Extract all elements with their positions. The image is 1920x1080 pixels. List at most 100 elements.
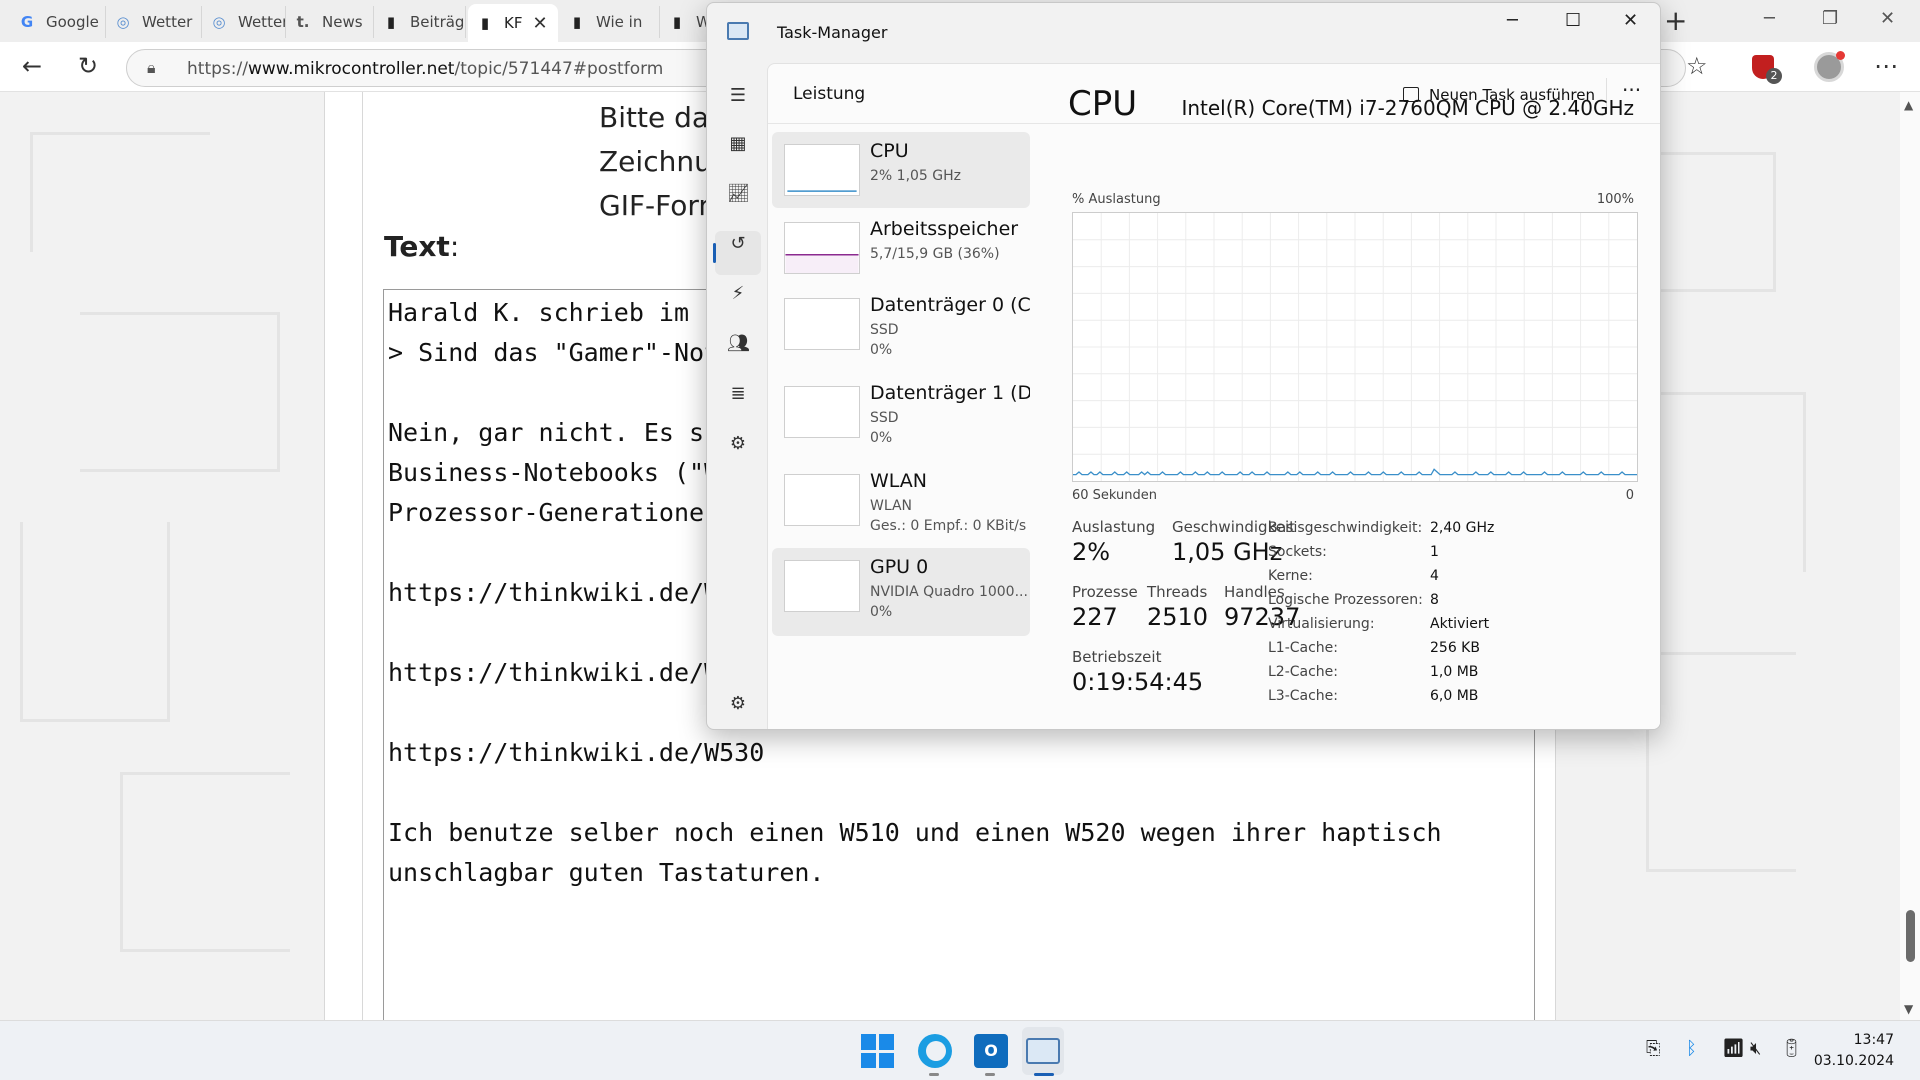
textarea-line: unschlagbar guten Tastaturen. <box>388 858 825 887</box>
device-memory[interactable]: Arbeitsspeicher 5,7/15,9 GB (36%) <box>772 210 1030 286</box>
uptime-value: 0:19:54:45 <box>1072 668 1204 696</box>
performance-icon[interactable]: 📈︎ <box>727 183 750 205</box>
close-window-button[interactable]: ✕ <box>1880 8 1895 29</box>
instruction-text: Zeichnu <box>599 145 712 178</box>
mikrocontroller-icon: ▮ <box>672 13 682 31</box>
device-stats: 0% <box>870 342 893 358</box>
device-wlan[interactable]: WLAN WLAN Ges.: 0 Empf.: 0 KBit/s <box>772 462 1030 548</box>
spec-value: Aktiviert <box>1430 616 1490 632</box>
new-tab-button[interactable]: + <box>1664 7 1687 35</box>
mikrocontroller-icon: ▮ <box>386 13 396 31</box>
scroll-down-icon[interactable]: ▼ <box>1904 1002 1913 1016</box>
browser-tab[interactable]: G Google <box>10 6 106 38</box>
weather-icon: ◎ <box>116 13 130 31</box>
google-icon: G <box>20 13 34 31</box>
spec-value: 8 <box>1430 592 1439 608</box>
task-manager-taskbar-icon[interactable] <box>1026 1038 1060 1064</box>
edge-icon-inner <box>926 1041 946 1061</box>
circuit-pattern <box>120 772 290 952</box>
graph-grid <box>1073 213 1637 481</box>
disk-thumbnail <box>784 386 860 438</box>
detail-title: CPU <box>1068 84 1138 124</box>
browser-tab[interactable]: ▮ Beiträge <box>374 6 466 38</box>
t-icon: t. <box>296 13 310 31</box>
scroll-up-icon[interactable]: ▲ <box>1904 98 1913 112</box>
browser-tab[interactable]: ◎ Wetter <box>202 6 286 38</box>
browser-tab[interactable]: t. News <box>286 6 374 38</box>
circuit-pattern <box>20 522 170 722</box>
time-axis-label: 60 Sekunden <box>1072 488 1158 503</box>
textarea-line: https://thinkwiki.de/W <box>388 578 720 607</box>
mikrocontroller-icon: ▮ <box>480 14 490 32</box>
close-icon[interactable]: ✕ <box>532 13 547 34</box>
edge-browser-icon[interactable] <box>918 1034 952 1068</box>
active-indicator <box>1034 1073 1054 1076</box>
nav-selection-indicator <box>713 243 716 263</box>
utilization-value: 2% <box>1072 538 1111 566</box>
instruction-text: Bitte das <box>599 101 724 134</box>
page-scrollbar[interactable] <box>1900 92 1920 1020</box>
device-stats: 5,7/15,9 GB (36%) <box>870 246 1000 262</box>
speed-value: 1,05 GHz <box>1172 538 1283 566</box>
device-type: WLAN <box>870 498 913 514</box>
device-name: Arbeitsspeicher <box>870 218 1019 240</box>
spec-key: Virtualisierung: <box>1268 616 1375 632</box>
users-icon[interactable]: 👥︎ <box>727 333 750 355</box>
url-text: https://www.mikrocontroller.net/topic/57… <box>187 59 664 79</box>
device-type: NVIDIA Quadro 1000... <box>870 584 1028 600</box>
wifi-icon[interactable]: 📶︎ <box>1722 1038 1745 1059</box>
device-name: Datenträger 0 (C:) <box>870 294 1030 316</box>
clock-time[interactable]: 13:47 <box>1854 1032 1894 1048</box>
battery-icon[interactable]: 🔋︎ <box>1780 1038 1803 1059</box>
device-disk-1[interactable]: Datenträger 1 (D:) SSD 0% <box>772 374 1030 460</box>
extension-badge: 2 <box>1766 68 1782 84</box>
favorite-star-icon[interactable]: ☆ <box>1686 52 1708 80</box>
performance-page: Leistung Neuen Task ausführen ··· CPU 2%… <box>767 63 1660 729</box>
spec-key: Logische Prozessoren: <box>1268 592 1423 608</box>
circuit-pattern <box>1646 652 1796 872</box>
tab-label: Wetter <box>142 13 193 31</box>
device-stats: 2% 1,05 GHz <box>870 168 962 184</box>
hamburger-menu-icon[interactable]: ☰ <box>727 85 749 107</box>
textarea-line: Nein, gar nicht. Es si <box>388 418 720 447</box>
details-icon[interactable]: ≣ <box>727 383 749 405</box>
app-history-icon[interactable]: ↺ <box>727 233 749 255</box>
device-disk-0[interactable]: Datenträger 0 (C:) SSD 0% <box>772 286 1030 372</box>
minimize-window-button[interactable]: ─ <box>1764 8 1775 29</box>
spec-key: Sockets: <box>1268 544 1327 560</box>
startup-apps-icon[interactable]: ⚡︎ <box>727 283 749 305</box>
spec-key: L1-Cache: <box>1268 640 1339 656</box>
reload-icon[interactable]: ↻ <box>78 52 98 80</box>
settings-gear-icon[interactable]: ⚙ <box>727 693 749 715</box>
device-gpu[interactable]: GPU 0 NVIDIA Quadro 1000... 0% <box>772 548 1030 636</box>
scrollbar-thumb[interactable] <box>1906 910 1915 962</box>
browser-tab[interactable]: ▮ W <box>660 6 706 38</box>
back-arrow-icon[interactable]: ← <box>22 52 42 80</box>
processes-icon[interactable]: ▦ <box>727 133 749 155</box>
clock-date[interactable]: 03.10.2024 <box>1814 1053 1894 1069</box>
windows-start-icon[interactable] <box>861 1034 895 1068</box>
maximize-button[interactable]: ☐ <box>1565 10 1581 31</box>
device-name: Datenträger 1 (D:) <box>870 382 1030 404</box>
usb-icon[interactable]: ⎘ <box>1646 1038 1660 1059</box>
services-icon[interactable]: ⚙︎ <box>727 433 749 455</box>
gpu-thumbnail <box>784 560 860 612</box>
outlook-icon[interactable]: O <box>974 1034 1008 1068</box>
restore-window-button[interactable]: ❐ <box>1822 8 1838 29</box>
left-decoration <box>0 92 325 1020</box>
spec-key: L2-Cache: <box>1268 664 1339 680</box>
textarea-line: https://thinkwiki.de/W <box>388 658 720 687</box>
browser-tab[interactable]: ◎ Wetter <box>106 6 202 38</box>
cpu-model: Intel(R) Core(TM) i7-2760QM CPU @ 2.40GH… <box>1181 96 1634 120</box>
minimize-button[interactable]: ─ <box>1507 10 1518 31</box>
spec-value: 2,40 GHz <box>1430 520 1495 536</box>
browser-tab[interactable]: ▮ Wie in <box>560 6 660 38</box>
speaker-muted-icon[interactable]: 🔇︎ <box>1750 1038 1761 1059</box>
menu-dots-icon[interactable]: ⋯ <box>1874 52 1898 80</box>
disk-thumbnail <box>784 298 860 350</box>
browser-tab-active[interactable]: ▮ KF ✕ <box>468 4 558 42</box>
close-button[interactable]: ✕ <box>1623 10 1638 31</box>
device-cpu[interactable]: CPU 2% 1,05 GHz <box>772 132 1030 208</box>
bluetooth-icon[interactable]: ᛒ <box>1686 1038 1697 1059</box>
device-name: GPU 0 <box>870 556 929 578</box>
